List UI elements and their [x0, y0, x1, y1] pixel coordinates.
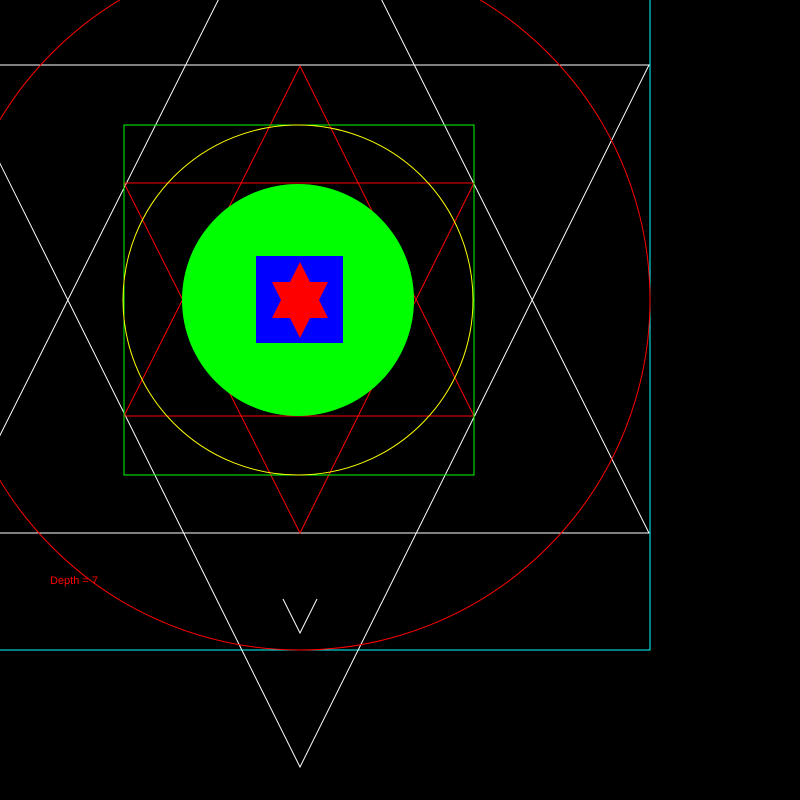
- fractal-canvas: Depth = 7: [0, 0, 800, 800]
- fractal-drawing: Depth = 7: [0, 0, 800, 800]
- background: [0, 0, 800, 800]
- depth-label: Depth = 7: [50, 575, 98, 587]
